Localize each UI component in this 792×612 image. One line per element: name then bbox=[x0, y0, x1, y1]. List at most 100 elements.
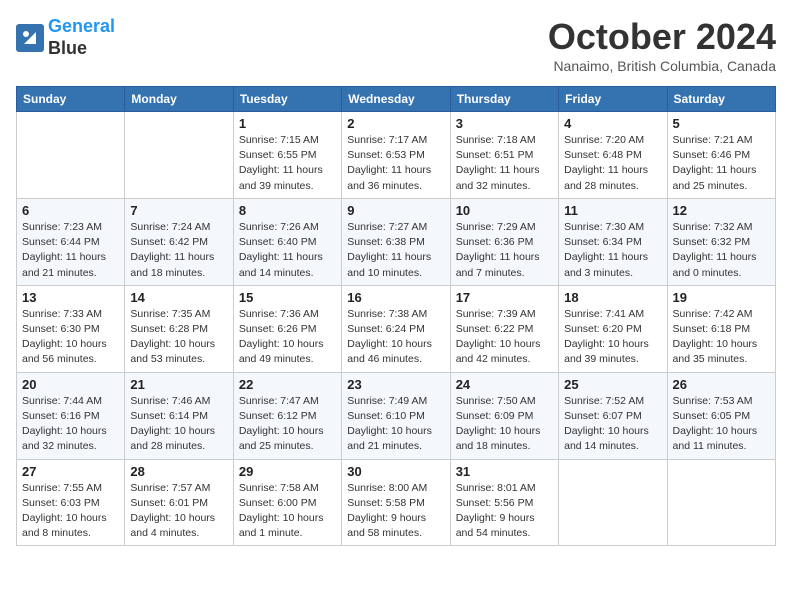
day-info: Sunrise: 7:33 AM Sunset: 6:30 PM Dayligh… bbox=[22, 307, 119, 368]
day-info: Sunrise: 8:01 AM Sunset: 5:56 PM Dayligh… bbox=[456, 481, 553, 542]
calendar-cell: 12Sunrise: 7:32 AM Sunset: 6:32 PM Dayli… bbox=[667, 198, 775, 285]
calendar-cell: 10 Sunrise: 7:29 AM Sunset: 6:36 PM Dayli… bbox=[450, 198, 558, 285]
calendar-cell: 16 Sunrise: 7:38 AM Sunset: 6:24 PM Dayli… bbox=[342, 285, 450, 372]
weekday-header: Sunday bbox=[17, 87, 125, 112]
weekday-header: Friday bbox=[559, 87, 667, 112]
day-number: 1 bbox=[239, 116, 336, 131]
calendar-cell: 30 Sunrise: 8:00 AM Sunset: 5:58 PM Dayli… bbox=[342, 459, 450, 546]
calendar-cell bbox=[125, 112, 233, 199]
calendar-week-row: 1 Sunrise: 7:15 AM Sunset: 6:55 PM Daylig… bbox=[17, 112, 776, 199]
calendar-cell bbox=[17, 112, 125, 199]
day-number: 4 bbox=[564, 116, 661, 131]
weekday-header: Monday bbox=[125, 87, 233, 112]
day-number: 12 bbox=[673, 203, 770, 218]
calendar-week-row: 20 Sunrise: 7:44 AM Sunset: 6:16 PM Dayli… bbox=[17, 372, 776, 459]
day-info: Sunrise: 7:44 AM Sunset: 6:16 PM Dayligh… bbox=[22, 394, 119, 455]
calendar-week-row: 13 Sunrise: 7:33 AM Sunset: 6:30 PM Dayli… bbox=[17, 285, 776, 372]
day-info: Sunrise: 7:15 AM Sunset: 6:55 PM Dayligh… bbox=[239, 133, 336, 194]
day-info: Sunrise: 8:00 AM Sunset: 5:58 PM Dayligh… bbox=[347, 481, 444, 542]
day-number: 9 bbox=[347, 203, 444, 218]
calendar-cell: 3Sunrise: 7:18 AM Sunset: 6:51 PM Daylig… bbox=[450, 112, 558, 199]
calendar-cell: 14Sunrise: 7:35 AM Sunset: 6:28 PM Dayli… bbox=[125, 285, 233, 372]
calendar-cell: 21Sunrise: 7:46 AM Sunset: 6:14 PM Dayli… bbox=[125, 372, 233, 459]
day-number: 19 bbox=[673, 290, 770, 305]
day-number: 26 bbox=[673, 377, 770, 392]
day-number: 18 bbox=[564, 290, 661, 305]
day-number: 10 bbox=[456, 203, 553, 218]
day-number: 30 bbox=[347, 464, 444, 479]
day-number: 20 bbox=[22, 377, 119, 392]
day-info: Sunrise: 7:39 AM Sunset: 6:22 PM Dayligh… bbox=[456, 307, 553, 368]
day-number: 5 bbox=[673, 116, 770, 131]
calendar-cell: 8Sunrise: 7:26 AM Sunset: 6:40 PM Daylig… bbox=[233, 198, 341, 285]
day-number: 23 bbox=[347, 377, 444, 392]
day-number: 13 bbox=[22, 290, 119, 305]
calendar-cell: 17 Sunrise: 7:39 AM Sunset: 6:22 PM Dayli… bbox=[450, 285, 558, 372]
calendar-cell: 28 Sunrise: 7:57 AM Sunset: 6:01 PM Dayli… bbox=[125, 459, 233, 546]
day-info: Sunrise: 7:23 AM Sunset: 6:44 PM Dayligh… bbox=[22, 220, 119, 281]
calendar-cell: 15Sunrise: 7:36 AM Sunset: 6:26 PM Dayli… bbox=[233, 285, 341, 372]
day-info: Sunrise: 7:24 AM Sunset: 6:42 PM Dayligh… bbox=[130, 220, 227, 281]
weekday-header-row: SundayMondayTuesdayWednesdayThursdayFrid… bbox=[17, 87, 776, 112]
calendar-cell: 7 Sunrise: 7:24 AM Sunset: 6:42 PM Daylig… bbox=[125, 198, 233, 285]
calendar-cell: 18Sunrise: 7:41 AM Sunset: 6:20 PM Dayli… bbox=[559, 285, 667, 372]
calendar-cell: 11 Sunrise: 7:30 AM Sunset: 6:34 PM Dayli… bbox=[559, 198, 667, 285]
day-info: Sunrise: 7:29 AM Sunset: 6:36 PM Dayligh… bbox=[456, 220, 553, 281]
page-header: General Blue October 2024 Nanaimo, Briti… bbox=[16, 16, 776, 74]
day-info: Sunrise: 7:49 AM Sunset: 6:10 PM Dayligh… bbox=[347, 394, 444, 455]
day-info: Sunrise: 7:57 AM Sunset: 6:01 PM Dayligh… bbox=[130, 481, 227, 542]
day-info: Sunrise: 7:50 AM Sunset: 6:09 PM Dayligh… bbox=[456, 394, 553, 455]
day-number: 16 bbox=[347, 290, 444, 305]
calendar-cell: 26 Sunrise: 7:53 AM Sunset: 6:05 PM Dayli… bbox=[667, 372, 775, 459]
day-info: Sunrise: 7:38 AM Sunset: 6:24 PM Dayligh… bbox=[347, 307, 444, 368]
logo-text: General Blue bbox=[48, 16, 115, 59]
weekday-header: Wednesday bbox=[342, 87, 450, 112]
day-number: 15 bbox=[239, 290, 336, 305]
day-number: 11 bbox=[564, 203, 661, 218]
day-number: 28 bbox=[130, 464, 227, 479]
calendar-cell: 31Sunrise: 8:01 AM Sunset: 5:56 PM Dayli… bbox=[450, 459, 558, 546]
calendar-cell: 22 Sunrise: 7:47 AM Sunset: 6:12 PM Dayli… bbox=[233, 372, 341, 459]
weekday-header: Tuesday bbox=[233, 87, 341, 112]
calendar-cell bbox=[559, 459, 667, 546]
calendar-cell: 27 Sunrise: 7:55 AM Sunset: 6:03 PM Dayli… bbox=[17, 459, 125, 546]
calendar-week-row: 6Sunrise: 7:23 AM Sunset: 6:44 PM Daylig… bbox=[17, 198, 776, 285]
day-number: 22 bbox=[239, 377, 336, 392]
day-info: Sunrise: 7:21 AM Sunset: 6:46 PM Dayligh… bbox=[673, 133, 770, 194]
calendar-cell: 19 Sunrise: 7:42 AM Sunset: 6:18 PM Dayli… bbox=[667, 285, 775, 372]
calendar-cell: 6Sunrise: 7:23 AM Sunset: 6:44 PM Daylig… bbox=[17, 198, 125, 285]
day-info: Sunrise: 7:53 AM Sunset: 6:05 PM Dayligh… bbox=[673, 394, 770, 455]
day-info: Sunrise: 7:18 AM Sunset: 6:51 PM Dayligh… bbox=[456, 133, 553, 194]
calendar-cell: 1 Sunrise: 7:15 AM Sunset: 6:55 PM Daylig… bbox=[233, 112, 341, 199]
day-info: Sunrise: 7:42 AM Sunset: 6:18 PM Dayligh… bbox=[673, 307, 770, 368]
calendar-cell: 4Sunrise: 7:20 AM Sunset: 6:48 PM Daylig… bbox=[559, 112, 667, 199]
calendar-cell: 2 Sunrise: 7:17 AM Sunset: 6:53 PM Daylig… bbox=[342, 112, 450, 199]
day-info: Sunrise: 7:30 AM Sunset: 6:34 PM Dayligh… bbox=[564, 220, 661, 281]
calendar-cell: 20 Sunrise: 7:44 AM Sunset: 6:16 PM Dayli… bbox=[17, 372, 125, 459]
logo-icon bbox=[16, 24, 44, 52]
calendar-table: SundayMondayTuesdayWednesdayThursdayFrid… bbox=[16, 86, 776, 546]
calendar-cell: 29Sunrise: 7:58 AM Sunset: 6:00 PM Dayli… bbox=[233, 459, 341, 546]
calendar-cell: 23 Sunrise: 7:49 AM Sunset: 6:10 PM Dayli… bbox=[342, 372, 450, 459]
day-info: Sunrise: 7:55 AM Sunset: 6:03 PM Dayligh… bbox=[22, 481, 119, 542]
day-number: 7 bbox=[130, 203, 227, 218]
day-number: 24 bbox=[456, 377, 553, 392]
day-info: Sunrise: 7:58 AM Sunset: 6:00 PM Dayligh… bbox=[239, 481, 336, 542]
weekday-header: Thursday bbox=[450, 87, 558, 112]
day-info: Sunrise: 7:52 AM Sunset: 6:07 PM Dayligh… bbox=[564, 394, 661, 455]
day-number: 21 bbox=[130, 377, 227, 392]
calendar-cell: 25 Sunrise: 7:52 AM Sunset: 6:07 PM Dayli… bbox=[559, 372, 667, 459]
calendar-cell: 24 Sunrise: 7:50 AM Sunset: 6:09 PM Dayli… bbox=[450, 372, 558, 459]
day-number: 8 bbox=[239, 203, 336, 218]
day-number: 2 bbox=[347, 116, 444, 131]
calendar-cell: 13 Sunrise: 7:33 AM Sunset: 6:30 PM Dayli… bbox=[17, 285, 125, 372]
day-number: 25 bbox=[564, 377, 661, 392]
calendar-week-row: 27 Sunrise: 7:55 AM Sunset: 6:03 PM Dayli… bbox=[17, 459, 776, 546]
day-info: Sunrise: 7:47 AM Sunset: 6:12 PM Dayligh… bbox=[239, 394, 336, 455]
day-number: 17 bbox=[456, 290, 553, 305]
day-info: Sunrise: 7:27 AM Sunset: 6:38 PM Dayligh… bbox=[347, 220, 444, 281]
day-number: 27 bbox=[22, 464, 119, 479]
month-title: October 2024 bbox=[548, 16, 776, 58]
calendar-cell: 9 Sunrise: 7:27 AM Sunset: 6:38 PM Daylig… bbox=[342, 198, 450, 285]
day-info: Sunrise: 7:17 AM Sunset: 6:53 PM Dayligh… bbox=[347, 133, 444, 194]
